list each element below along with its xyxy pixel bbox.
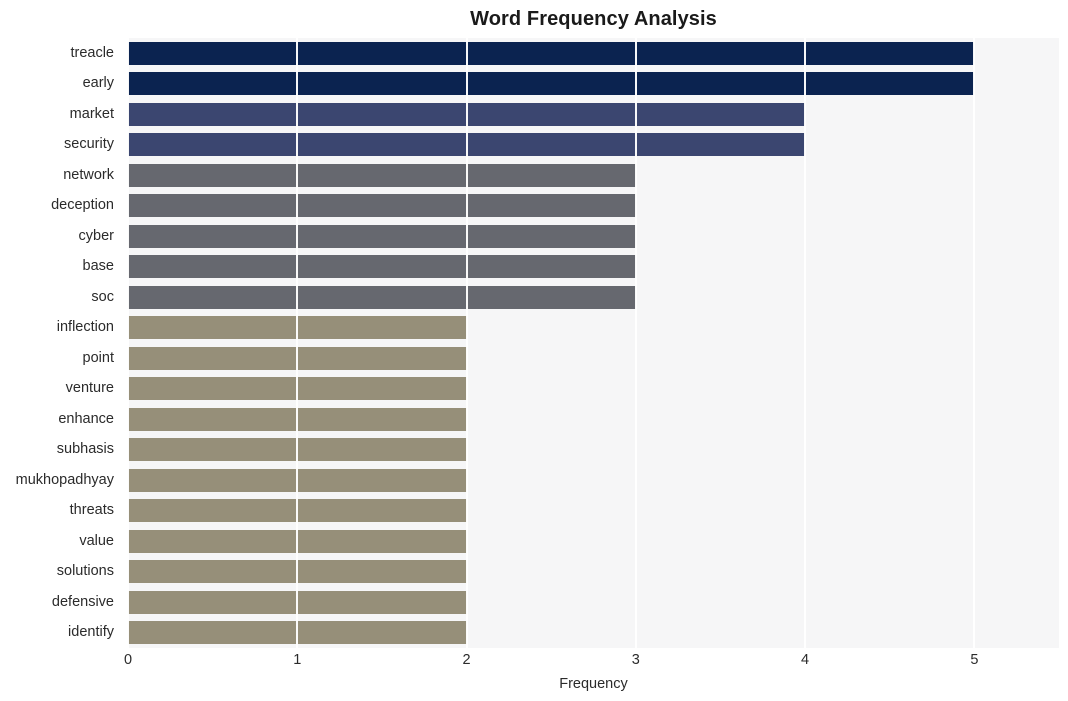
x-axis-ticks: 0 1 2 3 4 5 bbox=[124, 650, 1059, 674]
y-tick-label-base: base bbox=[82, 258, 114, 275]
y-tick-label-point: point bbox=[82, 349, 114, 366]
y-tick-label-mukhopadhyay: mukhopadhyay bbox=[15, 471, 114, 488]
y-tick-label-inflection: inflection bbox=[56, 319, 114, 336]
word-frequency-chart: Word Frequency Analysis treacle early mark… bbox=[0, 0, 1068, 701]
bar-treacle bbox=[128, 41, 975, 65]
y-tick-label-treacle: treacle bbox=[70, 44, 114, 61]
bar-soc bbox=[128, 285, 636, 309]
y-tick-label-early: early bbox=[82, 75, 114, 92]
bar-solutions bbox=[128, 560, 467, 584]
y-tick-label-threats: threats bbox=[69, 502, 114, 519]
y-axis-labels: treacle early market security network decepti… bbox=[0, 38, 121, 648]
plot-area bbox=[127, 38, 1059, 648]
y-tick-label-defensive: defensive bbox=[51, 593, 114, 610]
y-tick-label-soc: soc bbox=[91, 288, 114, 305]
chart-title: Word Frequency Analysis bbox=[470, 8, 717, 30]
y-tick-label-identify: identify bbox=[68, 624, 114, 641]
bar-venture bbox=[128, 377, 467, 401]
y-tick-label-solutions: solutions bbox=[56, 563, 114, 580]
bars-layer bbox=[128, 38, 1059, 648]
x-tick-label-5: 5 bbox=[970, 652, 979, 668]
bar-early bbox=[128, 72, 975, 96]
bar-base bbox=[128, 255, 636, 279]
bar-network bbox=[128, 163, 636, 187]
bar-cyber bbox=[128, 224, 636, 248]
bar-value bbox=[128, 529, 467, 553]
y-tick-label-deception: deception bbox=[51, 197, 114, 214]
y-tick-label-value: value bbox=[79, 532, 114, 549]
x-tick-label-4: 4 bbox=[801, 652, 810, 668]
bar-threats bbox=[128, 499, 467, 523]
y-tick-label-enhance: enhance bbox=[58, 410, 114, 427]
x-tick-label-0: 0 bbox=[123, 652, 133, 668]
y-tick-label-market: market bbox=[69, 105, 114, 122]
x-tick-label-1: 1 bbox=[293, 652, 302, 668]
bar-defensive bbox=[128, 590, 467, 614]
x-tick-label-2: 2 bbox=[462, 652, 471, 668]
y-tick-label-subhasis: subhasis bbox=[56, 441, 114, 458]
x-tick-label-3: 3 bbox=[631, 652, 640, 668]
bar-point bbox=[128, 346, 467, 370]
y-tick-label-venture: venture bbox=[65, 380, 114, 397]
bar-mukhopadhyay bbox=[128, 468, 467, 492]
bar-deception bbox=[128, 194, 636, 218]
x-axis-title: Frequency bbox=[559, 676, 628, 692]
bar-identify bbox=[128, 621, 467, 645]
y-tick-label-network: network bbox=[63, 166, 114, 183]
y-tick-label-cyber: cyber bbox=[78, 227, 114, 244]
bar-inflection bbox=[128, 316, 467, 340]
bar-enhance bbox=[128, 407, 467, 431]
y-tick-label-security: security bbox=[64, 136, 114, 153]
bar-security bbox=[128, 133, 806, 157]
bar-market bbox=[128, 102, 806, 126]
bar-subhasis bbox=[128, 438, 467, 462]
